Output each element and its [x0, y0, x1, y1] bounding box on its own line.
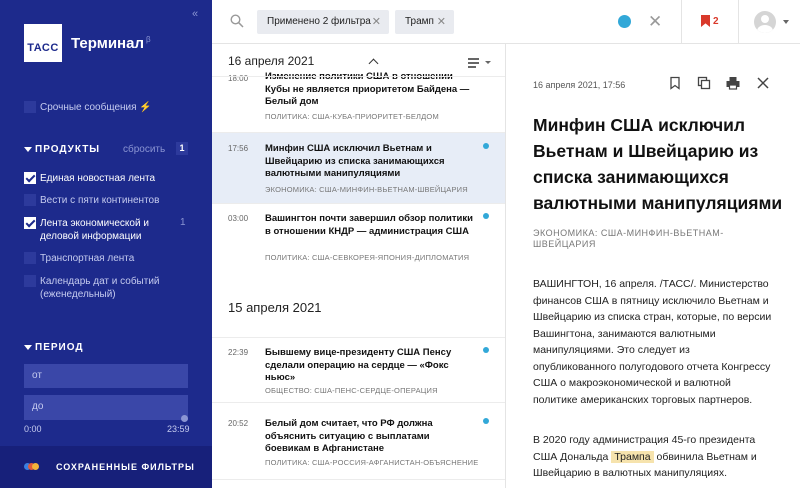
feed-date-header: 16 апреля 2021 — [228, 54, 315, 68]
top-bar: Применено 2 фильтра ✕ Трамп ✕ ✕ 2 — [212, 0, 800, 44]
news-item[interactable]: 03:00 Вашингтон почти завершил обзор пол… — [212, 204, 505, 270]
time-range-handle[interactable] — [181, 415, 188, 422]
logo-text: ТАСС — [27, 42, 59, 54]
divider — [212, 479, 505, 480]
product-count-economic-feed: 1 — [180, 217, 186, 228]
period-header[interactable]: ПЕРИОД — [35, 342, 84, 353]
filters-chip-label: Применено 2 фильтра — [267, 16, 371, 27]
saved-filters-bar[interactable]: СОХРАНЕННЫЕ ФИЛЬТРЫ — [0, 446, 212, 488]
app: « ТАСС Терминал β Срочные сообщения ⚡ ПРО… — [0, 0, 800, 488]
article-datetime: 16 апреля 2021, 17:56 — [533, 80, 626, 90]
remove-query-icon[interactable]: ✕ — [437, 10, 446, 34]
news-item[interactable]: 18:00 Изменение политики США в отношении… — [212, 68, 505, 132]
query-chip-label: Трамп — [405, 16, 434, 27]
news-rubric: ПОЛИТИКА: США-КУБА-ПРИОРИТЕТ-БЕЛДОМ — [265, 112, 439, 121]
reset-products-link[interactable]: сбросить — [123, 144, 165, 155]
app-title-text: Терминал — [71, 35, 144, 52]
news-feed: 16 апреля 2021 18:00 Изменение политики … — [212, 44, 506, 488]
product-label-calendar: Календарь дат и событий (еженедельный) — [40, 276, 160, 300]
remove-filters-icon[interactable]: ✕ — [372, 10, 381, 34]
live-status-dot[interactable] — [618, 15, 631, 28]
article-paragraph: В 2020 году администрация 45-го президен… — [533, 432, 773, 482]
product-checkbox-economic-feed[interactable] — [24, 217, 36, 229]
view-mode-icon[interactable] — [468, 58, 484, 68]
sidebar: « ТАСС Терминал β Срочные сообщения ⚡ ПРО… — [0, 0, 212, 488]
copy-icon[interactable] — [697, 76, 711, 90]
news-rubric: ПОЛИТИКА: США-РОССИЯ-АФГАНИСТАН-ОБЪЯСНЕН… — [265, 458, 479, 467]
news-item[interactable]: 22:39 Бывшему вице-президенту США Пенсу … — [212, 338, 505, 402]
period-from-input[interactable]: от — [24, 364, 188, 388]
saved-filters-icon — [24, 463, 40, 471]
urgent-label: Срочные сообщения ⚡ — [40, 102, 152, 113]
news-title[interactable]: Минфин США исключил Вьетнам и Швейцарию … — [265, 143, 475, 181]
tass-logo[interactable]: ТАСС — [24, 24, 62, 62]
saved-filters-label: СОХРАНЕННЫЕ ФИЛЬТРЫ — [56, 462, 195, 472]
news-item[interactable]: 20:52 Белый дом считает, что РФ должна о… — [212, 403, 505, 473]
article-panel: 16 апреля 2021, 17:56 Минфин США исключи… — [507, 44, 800, 488]
news-item-selected[interactable]: 17:56 Минфин США исключил Вьетнам и Швей… — [212, 133, 505, 203]
bookmark-icon[interactable] — [668, 76, 682, 90]
bookmarks-icon[interactable] — [701, 15, 710, 27]
unread-dot — [483, 347, 489, 353]
product-checkbox-calendar[interactable] — [24, 275, 36, 287]
product-label-economic-feed: Лента экономической и деловой информации — [40, 218, 149, 242]
news-rubric: ОБЩЕСТВО: США-ПЕНС-СЕРДЦЕ-ОПЕРАЦИЯ — [265, 386, 438, 395]
period-toggle-icon[interactable] — [24, 345, 32, 350]
search-highlight: Трампа — [611, 450, 654, 463]
products-header[interactable]: ПРОДУКТЫ — [35, 144, 100, 155]
product-checkbox-transport[interactable] — [24, 252, 36, 264]
urgent-checkbox[interactable] — [24, 101, 36, 113]
unread-dot — [483, 213, 489, 219]
product-label-transport: Транспортная лента — [40, 253, 135, 264]
unread-dot — [483, 418, 489, 424]
news-time: 17:56 — [228, 144, 249, 153]
products-toggle-icon[interactable] — [24, 147, 32, 152]
range-start-label: 0:00 — [24, 424, 42, 434]
query-chip[interactable]: Трамп ✕ — [395, 10, 454, 34]
user-avatar[interactable] — [754, 11, 776, 33]
news-time: 03:00 — [228, 214, 249, 223]
search-icon[interactable] — [230, 14, 244, 28]
range-end-label: 23:59 — [167, 424, 190, 434]
chevron-down-icon[interactable] — [783, 20, 789, 24]
feed-date-header: 15 апреля 2021 — [228, 300, 322, 315]
divider — [738, 0, 739, 44]
article-title: Минфин США исключил Вьетнам и Швейцарию … — [533, 115, 783, 213]
news-rubric: ПОЛИТИКА: США-СЕВКОРЕЯ-ЯПОНИЯ-ДИПЛОМАТИЯ — [265, 253, 470, 262]
divider — [212, 76, 505, 77]
chevron-up-icon[interactable] — [368, 58, 379, 69]
selected-count-badge: 1 — [176, 142, 188, 155]
article-paragraph: ВАШИНГТОН, 16 апреля. /ТАСС/. Министерст… — [533, 278, 772, 406]
clear-search-icon[interactable]: ✕ — [648, 12, 662, 32]
beta-label: β — [145, 35, 151, 44]
period-to-input[interactable]: до — [24, 395, 188, 419]
news-title[interactable]: Белый дом считает, что РФ должна объясни… — [265, 418, 475, 456]
article-rubric[interactable]: ЭКОНОМИКА: США-МИНФИН-ВЬЕТНАМ-ШВЕЙЦАРИЯ — [533, 228, 763, 250]
app-title: Терминал β — [71, 35, 151, 52]
product-label-five-continents: Вести с пяти континентов — [40, 195, 160, 206]
product-label-unified-feed: Единая новостная лента — [40, 173, 156, 184]
divider — [681, 0, 682, 44]
bookmarks-count[interactable]: 2 — [713, 16, 719, 27]
filters-chip[interactable]: Применено 2 фильтра ✕ — [257, 10, 389, 34]
view-mode-caret-icon[interactable] — [485, 61, 491, 64]
product-checkbox-five-continents[interactable] — [24, 194, 36, 206]
product-checkbox-unified-feed[interactable] — [24, 172, 36, 184]
news-time: 20:52 — [228, 419, 249, 428]
news-time: 22:39 — [228, 348, 249, 357]
news-title[interactable]: Бывшему вице-президенту США Пенсу сделал… — [265, 347, 475, 385]
close-icon[interactable] — [756, 76, 770, 90]
collapse-sidebar-icon[interactable]: « — [192, 8, 198, 20]
news-title[interactable]: Вашингтон почти завершил обзор политики … — [265, 213, 475, 238]
time-range-slider[interactable] — [24, 418, 188, 420]
news-rubric: ЭКОНОМИКА: США-МИНФИН-ВЬЕТНАМ-ШВЕЙЦАРИЯ — [265, 185, 468, 194]
unread-dot — [483, 143, 489, 149]
print-icon[interactable] — [726, 76, 740, 90]
